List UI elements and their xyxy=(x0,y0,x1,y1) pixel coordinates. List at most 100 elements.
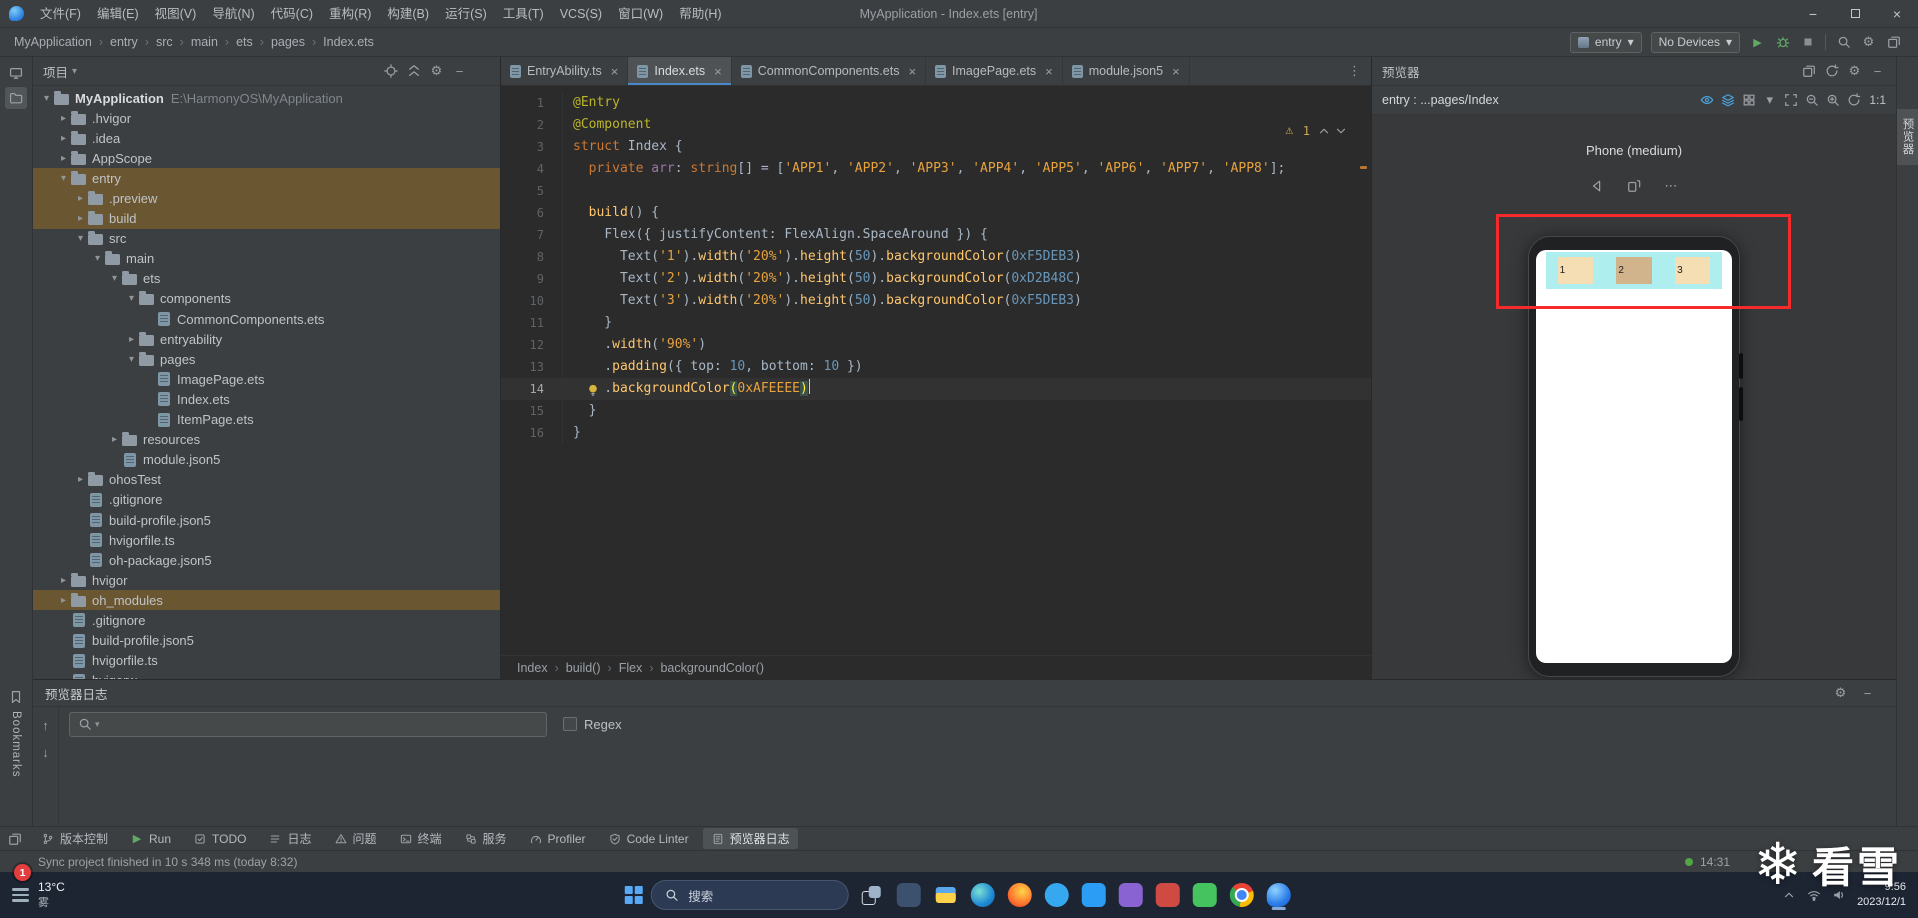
regex-checkbox[interactable] xyxy=(563,717,577,731)
tree-item-.hvigor[interactable]: ▸.hvigor xyxy=(33,108,500,128)
weather-widget[interactable]: 13°C 雾 xyxy=(0,872,77,918)
code-line-2[interactable]: 2@Component xyxy=(501,114,1371,136)
minus-icon[interactable]: − xyxy=(1869,63,1886,80)
code-line-7[interactable]: 7 Flex({ justifyContent: FlexAlign.Space… xyxy=(501,224,1371,246)
breadcrumb-item[interactable]: ets xyxy=(236,35,253,49)
down-icon[interactable]: ↓ xyxy=(37,744,54,761)
chevron-right-icon[interactable]: ▸ xyxy=(56,153,71,164)
chevron-down-icon[interactable]: ▾ xyxy=(56,173,71,184)
close-tab-icon[interactable]: × xyxy=(908,64,916,79)
menu-item[interactable]: VCS(S) xyxy=(552,0,610,28)
toolwindow-button-终端[interactable]: 终端 xyxy=(391,828,450,849)
menu-item[interactable]: 运行(S) xyxy=(437,0,495,28)
ellipsis-icon[interactable]: ⋯ xyxy=(1663,177,1680,194)
tree-item-module.json5[interactable]: module.json5 xyxy=(33,450,500,470)
toolwindow-button-TODO[interactable]: TODO xyxy=(185,830,254,848)
code-line-6[interactable]: 6 build() { xyxy=(501,202,1371,224)
code-line-14[interactable]: 14 .backgroundColor(0xAFEEEE) xyxy=(501,378,1371,400)
menu-item[interactable]: 工具(T) xyxy=(495,0,552,28)
chevron-right-icon[interactable]: ▸ xyxy=(56,113,71,124)
tree-item-src[interactable]: ▾src xyxy=(33,229,500,249)
zoom-ratio-label[interactable]: 1:1 xyxy=(1869,93,1886,107)
taskbar-app-firefox[interactable] xyxy=(1004,880,1034,910)
start-button[interactable] xyxy=(625,886,643,904)
log-search-input[interactable] xyxy=(102,717,540,732)
editor-breadcrumb-item[interactable]: Index xyxy=(517,661,548,675)
monitor-icon[interactable] xyxy=(8,64,25,81)
taskbar-app-vscode[interactable] xyxy=(1078,880,1108,910)
tree-item-AppScope[interactable]: ▸AppScope xyxy=(33,148,500,168)
tree-item-MyApplication[interactable]: ▾MyApplicationE:\HarmonyOS\MyApplication xyxy=(33,88,500,108)
toolwindow-button-服务[interactable]: 服务 xyxy=(456,828,515,849)
code-line-1[interactable]: 1@Entry xyxy=(501,92,1371,114)
device-select[interactable]: No Devices ▾ xyxy=(1651,32,1740,53)
chevron-right-icon[interactable]: ▸ xyxy=(107,434,122,445)
tree-item-entryability[interactable]: ▸entryability xyxy=(33,329,500,349)
editor-tab-EntryAbility.ts[interactable]: EntryAbility.ts× xyxy=(501,57,628,85)
code-line-10[interactable]: 10 Text('3').width('20%').height(50).bac… xyxy=(501,290,1371,312)
code-editor[interactable]: ⚠ 1 1@Entry2@Component3struct Index {4 p… xyxy=(501,86,1371,655)
collapse-icon[interactable] xyxy=(405,63,422,80)
bug-icon[interactable] xyxy=(1774,34,1791,51)
tree-item-build-profile.json5[interactable]: build-profile.json5 xyxy=(33,510,500,530)
gear-icon[interactable]: ⚙ xyxy=(1860,34,1877,51)
triangle-left-icon[interactable] xyxy=(1589,177,1606,194)
editor-breadcrumb-item[interactable]: Flex xyxy=(619,661,643,675)
tree-item-.gitignore[interactable]: .gitignore xyxy=(33,490,500,510)
layers-icon[interactable] xyxy=(1719,92,1736,109)
refresh-icon[interactable] xyxy=(1823,63,1840,80)
close-icon[interactable]: × xyxy=(1876,0,1918,27)
menu-item[interactable]: 构建(B) xyxy=(379,0,437,28)
maximize-icon[interactable] xyxy=(1834,0,1876,27)
stripe-tab-previewer[interactable]: 预览器 xyxy=(1897,109,1918,165)
play-icon[interactable]: ▶ xyxy=(1749,34,1766,51)
chevron-right-icon[interactable]: ▸ xyxy=(73,474,88,485)
editor-breadcrumb-item[interactable]: backgroundColor() xyxy=(660,661,764,675)
gear-icon[interactable]: ⚙ xyxy=(428,63,445,80)
tree-item-hvigorw[interactable]: hvigorw xyxy=(33,671,500,679)
dropdown-icon[interactable]: ▾ xyxy=(1761,92,1778,109)
editor-tab-CommonComponents.ets[interactable]: CommonComponents.ets× xyxy=(732,57,926,85)
inspections-widget[interactable]: ⚠ 1 xyxy=(1281,122,1349,139)
orientation-icon[interactable] xyxy=(1626,177,1643,194)
search-icon[interactable] xyxy=(1835,34,1852,51)
locate-icon[interactable] xyxy=(382,63,399,80)
tree-item-hvigorfile.ts[interactable]: hvigorfile.ts xyxy=(33,651,500,671)
editor-breadcrumb-item[interactable]: build() xyxy=(566,661,601,675)
code-line-13[interactable]: 13 .padding({ top: 10, bottom: 10 }) xyxy=(501,356,1371,378)
chevron-up-icon[interactable] xyxy=(1315,122,1332,139)
chevron-down-icon[interactable] xyxy=(1332,122,1349,139)
menu-item[interactable]: 导航(N) xyxy=(204,0,262,28)
taskbar-app-app-red[interactable] xyxy=(1152,880,1182,910)
toolwindow-button-预览器日志[interactable]: 预览器日志 xyxy=(703,828,798,849)
code-line-16[interactable]: 16} xyxy=(501,422,1371,444)
taskbar-app-wechat[interactable] xyxy=(1189,880,1219,910)
tool-window-toggle-icon[interactable] xyxy=(0,830,30,847)
chevron-down-icon[interactable]: ▾ xyxy=(124,293,139,304)
tree-item-.idea[interactable]: ▸.idea xyxy=(33,128,500,148)
menu-item[interactable]: 编辑(E) xyxy=(89,0,147,28)
gear-icon[interactable]: ⚙ xyxy=(1846,63,1863,80)
toolwindow-button-问题[interactable]: 问题 xyxy=(326,828,385,849)
close-tab-icon[interactable]: × xyxy=(1172,64,1180,79)
grid-icon[interactable] xyxy=(1740,92,1757,109)
run-config-select[interactable]: entry ▾ xyxy=(1570,32,1642,53)
regex-toggle[interactable]: Regex xyxy=(563,717,622,732)
code-line-9[interactable]: 9 Text('2').width('20%').height(50).back… xyxy=(501,268,1371,290)
float-icon[interactable] xyxy=(1800,63,1817,80)
code-line-4[interactable]: 4 private arr: string[] = ['APP1', 'APP2… xyxy=(501,158,1371,180)
tree-item-hvigorfile.ts[interactable]: hvigorfile.ts xyxy=(33,530,500,550)
toolwindow-button-Profiler[interactable]: Profiler xyxy=(521,830,594,848)
breadcrumb-item[interactable]: main xyxy=(191,35,218,49)
close-tab-icon[interactable]: × xyxy=(611,64,619,79)
tree-item-main[interactable]: ▾main xyxy=(33,249,500,269)
gear-icon[interactable]: ⚙ xyxy=(1832,685,1849,702)
tree-item-resources[interactable]: ▸resources xyxy=(33,430,500,450)
taskbar-app-edge[interactable] xyxy=(967,880,997,910)
chevron-down-icon[interactable]: ▾ xyxy=(124,354,139,365)
tree-item-ItemPage.ets[interactable]: ItemPage.ets xyxy=(33,410,500,430)
stop-icon[interactable] xyxy=(1799,34,1816,51)
tree-item-build[interactable]: ▸build xyxy=(33,209,500,229)
tree-item-oh-package.json5[interactable]: oh-package.json5 xyxy=(33,550,500,570)
breadcrumb-item[interactable]: src xyxy=(156,35,173,49)
